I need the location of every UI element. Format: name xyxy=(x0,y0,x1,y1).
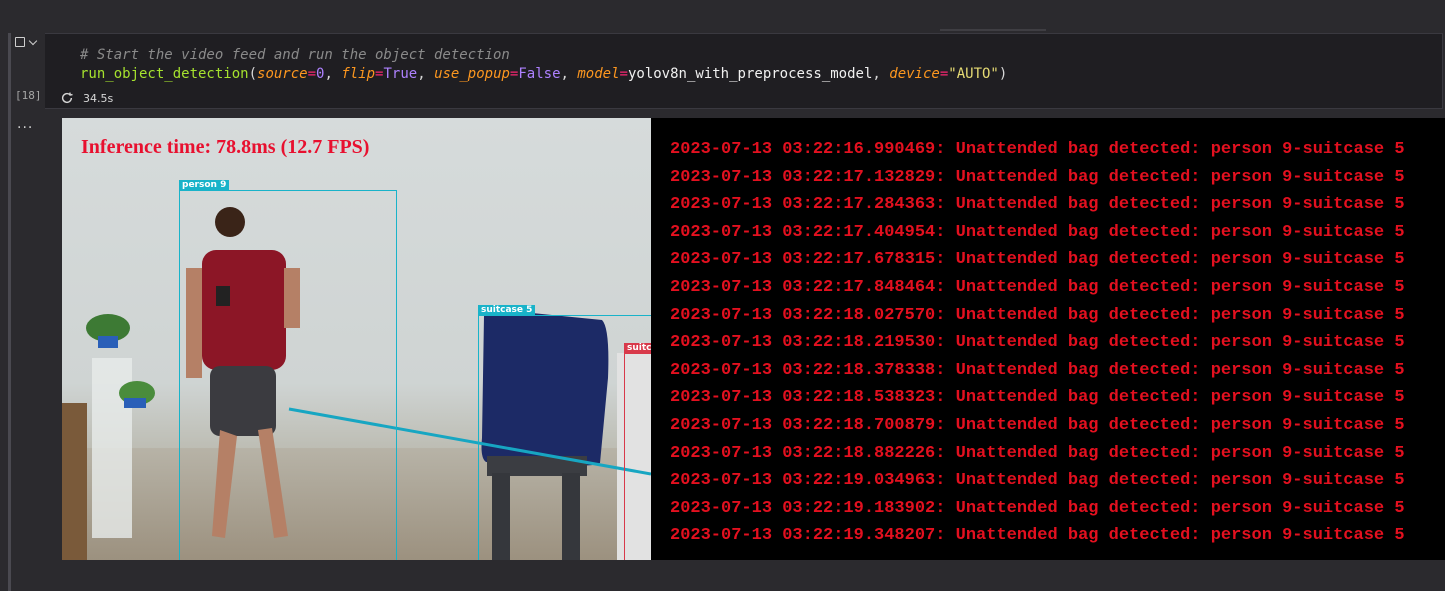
code-param-device: device xyxy=(889,66,940,82)
suitcase-partial-bbox-label: suitca xyxy=(624,343,651,354)
person-bounding-box: person 9 xyxy=(179,180,397,560)
code-op: = xyxy=(307,66,317,82)
code-param-model: model xyxy=(577,66,620,82)
log-line: 2023-07-13 03:22:17.404954: Unattended b… xyxy=(670,222,1405,242)
log-line: 2023-07-13 03:22:18.219530: Unattended b… xyxy=(670,333,1405,353)
code-comma: , xyxy=(417,66,435,82)
cell-status: 34.5s xyxy=(60,91,113,105)
suitcase-partial-bounding-box: suitca xyxy=(624,343,651,560)
code-value-flip: True xyxy=(383,66,418,82)
code-content[interactable]: # Start the video feed and run the objec… xyxy=(80,46,1007,84)
log-line: 2023-07-13 03:22:18.882226: Unattended b… xyxy=(670,443,1405,463)
execution-duration: 34.5s xyxy=(83,91,114,105)
log-line: 2023-07-13 03:22:16.990469: Unattended b… xyxy=(670,140,1405,159)
code-param-use-popup: use_popup xyxy=(434,66,510,82)
code-paren-close: ) xyxy=(998,66,1008,82)
log-line: 2023-07-13 03:22:18.538323: Unattended b… xyxy=(670,388,1405,408)
video-frame: person 9 suitcase 5 suitca Inference tim… xyxy=(62,118,651,560)
code-value-use-popup: False xyxy=(518,66,561,82)
detection-log-panel: 2023-07-13 03:22:16.990469: Unattended b… xyxy=(651,118,1445,560)
execution-count: [18] xyxy=(15,89,42,102)
log-line: 2023-07-13 03:22:17.848464: Unattended b… xyxy=(670,278,1405,297)
refresh-icon xyxy=(61,92,73,104)
log-line: 2023-07-13 03:22:17.132829: Unattended b… xyxy=(670,167,1405,187)
code-comma: , xyxy=(872,66,890,82)
code-op: = xyxy=(619,66,628,82)
code-comment: # Start the video feed and run the objec… xyxy=(80,47,510,63)
stop-square-icon[interactable] xyxy=(15,37,25,47)
log-line: 2023-07-13 03:22:19.348207: Unattended b… xyxy=(670,526,1405,546)
log-line: 2023-07-13 03:22:19.183902: Unattended b… xyxy=(670,498,1405,518)
log-line: 2023-07-13 03:22:17.678315: Unattended b… xyxy=(670,250,1405,270)
code-value-model: yolov8n_with_preprocess_model xyxy=(627,66,873,82)
log-line: 2023-07-13 03:22:18.378338: Unattended b… xyxy=(670,360,1405,380)
code-value-device: "AUTO" xyxy=(948,66,999,82)
cell-selection-bar[interactable] xyxy=(8,33,11,591)
inference-time-overlay: Inference time: 78.8ms (12.7 FPS) xyxy=(81,136,370,158)
cell-toolbar xyxy=(15,36,38,47)
code-function-name: run_object_detection xyxy=(80,66,249,82)
code-param-flip: flip xyxy=(341,66,376,82)
code-comma: , xyxy=(560,66,578,82)
output-collapse-toggle[interactable]: ... xyxy=(17,116,33,132)
top-divider xyxy=(940,29,1046,31)
person-bbox-label: person 9 xyxy=(179,180,230,191)
code-param-source: source xyxy=(257,66,308,82)
log-line: 2023-07-13 03:22:17.284363: Unattended b… xyxy=(670,195,1405,215)
log-line: 2023-07-13 03:22:18.700879: Unattended b… xyxy=(670,416,1405,435)
cell-output: person 9 suitcase 5 suitca Inference tim… xyxy=(62,118,1445,560)
code-comma: , xyxy=(324,66,342,82)
chevron-down-icon[interactable] xyxy=(28,36,38,45)
code-paren-open: ( xyxy=(248,66,258,82)
log-line: 2023-07-13 03:22:18.027570: Unattended b… xyxy=(670,305,1405,325)
log-line: 2023-07-13 03:22:19.034963: Unattended b… xyxy=(670,471,1405,491)
suitcase-bbox-label: suitcase 5 xyxy=(478,305,536,316)
